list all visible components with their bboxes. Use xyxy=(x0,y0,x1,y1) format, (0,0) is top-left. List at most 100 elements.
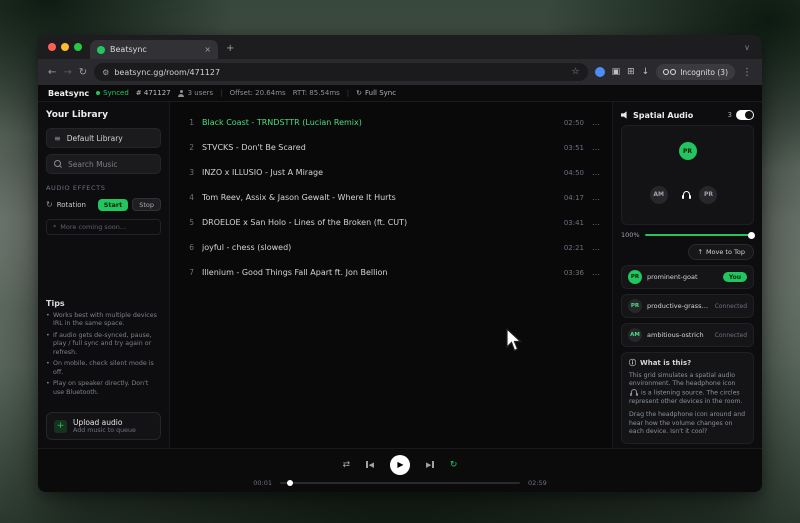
volume-row: 100% xyxy=(621,231,754,239)
device-circle-ambitious-ostrich[interactable]: AM xyxy=(650,186,668,204)
upload-audio-button[interactable]: + Upload audio Add music to queue xyxy=(46,412,161,440)
app-content: Your Library ≡ Default Library AUDIO EFF… xyxy=(38,102,762,448)
browser-window: Beatsync × + ∨ ← → ↻ ⚙ beatsync.gg/room/… xyxy=(38,35,762,492)
track-menu-icon[interactable]: … xyxy=(592,243,600,252)
apps-icon[interactable]: ▣ xyxy=(612,67,621,77)
track-duration: 03:51 xyxy=(564,144,584,152)
track-menu-icon[interactable]: … xyxy=(592,118,600,127)
browser-tab-beatsync[interactable]: Beatsync × xyxy=(90,40,218,59)
seek-bar[interactable] xyxy=(280,482,520,484)
track-number: 3 xyxy=(184,168,194,177)
rotation-start-button[interactable]: Start xyxy=(98,199,129,211)
track-number: 1 xyxy=(184,118,194,127)
room-number[interactable]: # 471127 xyxy=(136,89,171,97)
track-row[interactable]: 5 DROELOE x San Holo - Lines of the Brok… xyxy=(184,210,600,235)
rotation-effect-row: ↻ Rotation Start Stop xyxy=(46,198,161,211)
users-icon xyxy=(178,90,185,97)
info-title-text: What is this? xyxy=(640,359,691,369)
default-library-label: Default Library xyxy=(67,134,123,143)
track-queue: 1 Black Coast - TRNDSTTR (Lucian Remix) … xyxy=(170,102,612,448)
search-music-box[interactable] xyxy=(46,154,161,174)
divider: | xyxy=(220,89,222,97)
shuffle-button[interactable]: ⇄ xyxy=(343,460,351,470)
user-name: productive-grassho... xyxy=(647,302,710,310)
track-menu-icon[interactable]: … xyxy=(592,268,600,277)
track-title: Tom Reev, Assix & Jason Gewalt - Where I… xyxy=(202,193,556,202)
track-menu-icon[interactable]: … xyxy=(592,193,600,202)
track-title: DROELOE x San Holo - Lines of the Broken… xyxy=(202,218,556,227)
forward-button[interactable]: → xyxy=(63,67,71,78)
browser-menu-icon[interactable]: ⋮ xyxy=(742,67,752,78)
tab-close-icon[interactable]: × xyxy=(204,45,211,54)
track-row[interactable]: 3 INZO x ILLUSIO - Just A Mirage 04:50 … xyxy=(184,160,600,185)
seek-bar-knob[interactable] xyxy=(287,480,293,486)
track-row[interactable]: 7 Illenium - Good Things Fall Apart ft. … xyxy=(184,260,600,285)
zoom-window-button[interactable] xyxy=(74,43,82,51)
search-music-input[interactable] xyxy=(68,160,153,169)
play-pause-button[interactable]: ▶ xyxy=(390,455,410,475)
next-track-button[interactable]: ▶ xyxy=(426,461,434,469)
you-badge: You xyxy=(723,272,747,282)
tips-title: Tips xyxy=(46,299,161,308)
full-sync-button[interactable]: ↻ Full Sync xyxy=(356,89,396,97)
track-duration: 03:36 xyxy=(564,269,584,277)
volume-slider[interactable] xyxy=(645,234,754,236)
more-coming-soon: * More coming soon... xyxy=(46,219,161,235)
device-circle-prominent-goat[interactable]: PR xyxy=(679,142,697,160)
spatial-grid[interactable]: PR AM PR xyxy=(621,125,754,225)
incognito-label: Incognito (3) xyxy=(680,68,728,77)
spatial-audio-header: Spatial Audio 3 xyxy=(621,110,754,120)
new-tab-button[interactable]: + xyxy=(226,43,234,54)
bookmark-star-icon[interactable]: ☆ xyxy=(572,67,580,77)
track-row[interactable]: 6 joyful - chess (slowed) 02:21 … xyxy=(184,235,600,260)
info-paragraph: Drag the headphone icon around and hear … xyxy=(629,411,746,437)
user-row: PR productive-grassho... Connected xyxy=(621,294,754,318)
more-label: More coming soon... xyxy=(60,223,126,231)
total-time: 02:59 xyxy=(528,479,547,487)
move-to-top-label: Move to Top xyxy=(706,248,745,256)
address-bar[interactable]: ⚙ beatsync.gg/room/471127 ☆ xyxy=(94,63,587,81)
rotation-stop-button[interactable]: Stop xyxy=(132,198,161,211)
repeat-button[interactable]: ↻ xyxy=(450,460,458,470)
reload-button[interactable]: ↻ xyxy=(79,67,87,78)
site-settings-icon[interactable]: ⚙ xyxy=(102,68,109,77)
default-library-button[interactable]: ≡ Default Library xyxy=(46,128,161,148)
back-button[interactable]: ← xyxy=(48,67,56,78)
upload-subtitle: Add music to queue xyxy=(73,427,136,434)
track-menu-icon[interactable]: … xyxy=(592,218,600,227)
track-row[interactable]: 1 Black Coast - TRNDSTTR (Lucian Remix) … xyxy=(184,110,600,135)
spatial-audio-toggle[interactable] xyxy=(736,110,754,120)
sync-status: Synced xyxy=(96,89,129,97)
tab-search-icon[interactable]: ∨ xyxy=(744,43,750,52)
track-number: 4 xyxy=(184,193,194,202)
library-title: Your Library xyxy=(46,110,161,120)
rotation-label: Rotation xyxy=(57,201,86,209)
minimize-window-button[interactable] xyxy=(61,43,69,51)
track-number: 6 xyxy=(184,243,194,252)
headphone-listener-icon[interactable] xyxy=(682,191,691,199)
user-name: ambitious-ostrich xyxy=(647,331,710,339)
track-title: Black Coast - TRNDSTTR (Lucian Remix) xyxy=(202,118,556,127)
avatar: PR xyxy=(628,299,642,313)
audio-effects-label: AUDIO EFFECTS xyxy=(46,184,161,192)
move-to-top-button[interactable]: ↑ Move to Top xyxy=(688,244,754,260)
previous-track-button[interactable]: ◀ xyxy=(366,461,374,469)
device-circle-productive-grasshopper[interactable]: PR xyxy=(699,186,717,204)
track-row[interactable]: 2 STVCKS - Don't Be Scared 03:51 … xyxy=(184,135,600,160)
track-row[interactable]: 4 Tom Reev, Assix & Jason Gewalt - Where… xyxy=(184,185,600,210)
extensions-puzzle-icon[interactable]: ⊞ xyxy=(627,67,635,77)
users-count-label: 3 users xyxy=(188,89,214,97)
current-time: 00:01 xyxy=(253,479,272,487)
track-title: Illenium - Good Things Fall Apart ft. Jo… xyxy=(202,268,556,277)
downloads-icon[interactable]: ↓ xyxy=(642,67,650,77)
volume-value: 100% xyxy=(621,231,640,239)
connection-status: Connected xyxy=(715,332,747,339)
extension-icon[interactable] xyxy=(595,67,605,77)
track-menu-icon[interactable]: … xyxy=(592,168,600,177)
track-menu-icon[interactable]: … xyxy=(592,143,600,152)
track-number: 7 xyxy=(184,268,194,277)
volume-slider-knob[interactable] xyxy=(748,232,755,239)
rotation-icon: ↻ xyxy=(46,200,53,209)
more-icon: * xyxy=(53,223,56,231)
close-window-button[interactable] xyxy=(48,43,56,51)
